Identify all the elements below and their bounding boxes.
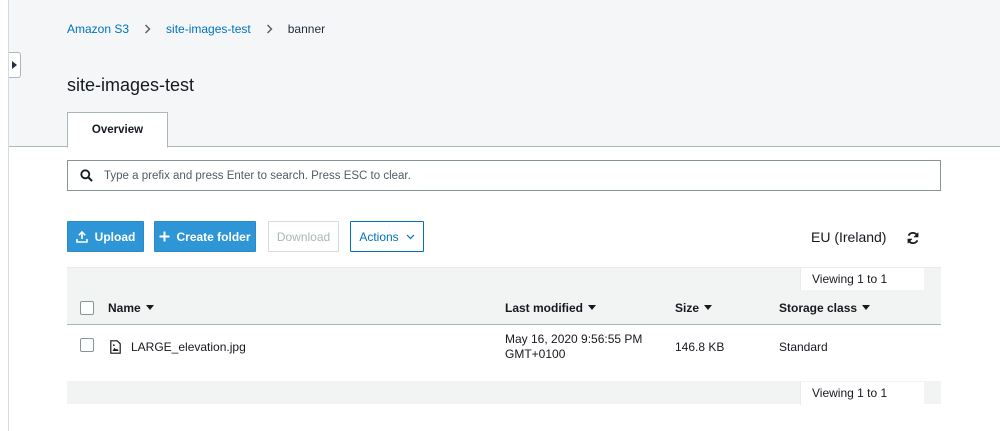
refresh-icon[interactable] bbox=[906, 231, 920, 248]
upload-icon bbox=[75, 230, 88, 243]
chevron-right-icon bbox=[144, 24, 151, 34]
storage-class-cell: Standard bbox=[779, 339, 828, 354]
upload-button[interactable]: Upload bbox=[67, 221, 144, 252]
last-modified-date: May 16, 2020 9:56:55 PM bbox=[505, 332, 643, 346]
download-button[interactable]: Download bbox=[268, 221, 339, 252]
breadcrumb: Amazon S3 site-images-test banner bbox=[67, 22, 325, 36]
chevron-down-icon bbox=[406, 234, 415, 240]
sidebar-expand-button[interactable] bbox=[9, 52, 21, 78]
column-header-storage-class[interactable]: Storage class bbox=[779, 290, 871, 325]
table-header: Name Last modified Size Storage class bbox=[67, 290, 941, 325]
column-header-last-modified-label: Last modified bbox=[505, 300, 584, 315]
sidebar-collapsed bbox=[0, 0, 9, 431]
breadcrumb-amazon-s3[interactable]: Amazon S3 bbox=[67, 22, 129, 36]
pager-text-top: Viewing 1 to 1 bbox=[800, 268, 924, 291]
tab-overview[interactable]: Overview bbox=[67, 112, 168, 148]
create-folder-label: Create folder bbox=[176, 229, 251, 244]
search-box bbox=[67, 160, 941, 191]
region-label: EU (Ireland) bbox=[811, 229, 887, 245]
column-header-size[interactable]: Size bbox=[675, 290, 713, 325]
pager-top: Viewing 1 to 1 bbox=[67, 267, 941, 291]
breadcrumb-bucket[interactable]: site-images-test bbox=[166, 22, 251, 36]
actions-dropdown[interactable]: Actions bbox=[350, 221, 424, 252]
search-icon bbox=[80, 169, 93, 182]
actions-label: Actions bbox=[359, 229, 399, 244]
sort-caret-icon bbox=[145, 305, 154, 310]
upload-label: Upload bbox=[94, 229, 136, 244]
search-input[interactable] bbox=[104, 169, 924, 182]
chevron-right-icon bbox=[266, 24, 273, 34]
sidebar-expand-icon bbox=[12, 61, 17, 69]
column-header-last-modified[interactable]: Last modified bbox=[505, 290, 597, 325]
image-file-icon bbox=[110, 339, 121, 354]
file-name[interactable]: LARGE_elevation.jpg bbox=[131, 340, 246, 354]
column-header-size-label: Size bbox=[675, 300, 700, 315]
page-title: site-images-test bbox=[67, 75, 195, 95]
pager-text-bottom: Viewing 1 to 1 bbox=[800, 382, 924, 405]
sort-caret-icon bbox=[862, 305, 871, 310]
pager-bottom: Viewing 1 to 1 bbox=[67, 381, 941, 405]
column-header-storage-class-label: Storage class bbox=[779, 300, 858, 315]
column-header-name-label: Name bbox=[108, 300, 141, 315]
size-cell: 146.8 KB bbox=[675, 339, 725, 354]
file-name-cell[interactable]: LARGE_elevation.jpg bbox=[110, 326, 246, 367]
last-modified-timezone: GMT+0100 bbox=[505, 347, 566, 361]
sort-caret-icon bbox=[704, 305, 713, 310]
breadcrumb-current-folder: banner bbox=[287, 22, 326, 36]
create-folder-button[interactable]: Create folder bbox=[154, 221, 256, 252]
sort-caret-icon bbox=[588, 305, 597, 310]
select-all-checkbox[interactable] bbox=[80, 301, 94, 315]
row-checkbox[interactable] bbox=[80, 338, 94, 352]
plus-icon bbox=[159, 231, 170, 242]
column-header-name[interactable]: Name bbox=[108, 290, 154, 325]
table-row[interactable]: LARGE_elevation.jpg May 16, 2020 9:56:55… bbox=[67, 326, 941, 367]
last-modified-cell: May 16, 2020 9:56:55 PM GMT+0100 bbox=[505, 329, 642, 365]
